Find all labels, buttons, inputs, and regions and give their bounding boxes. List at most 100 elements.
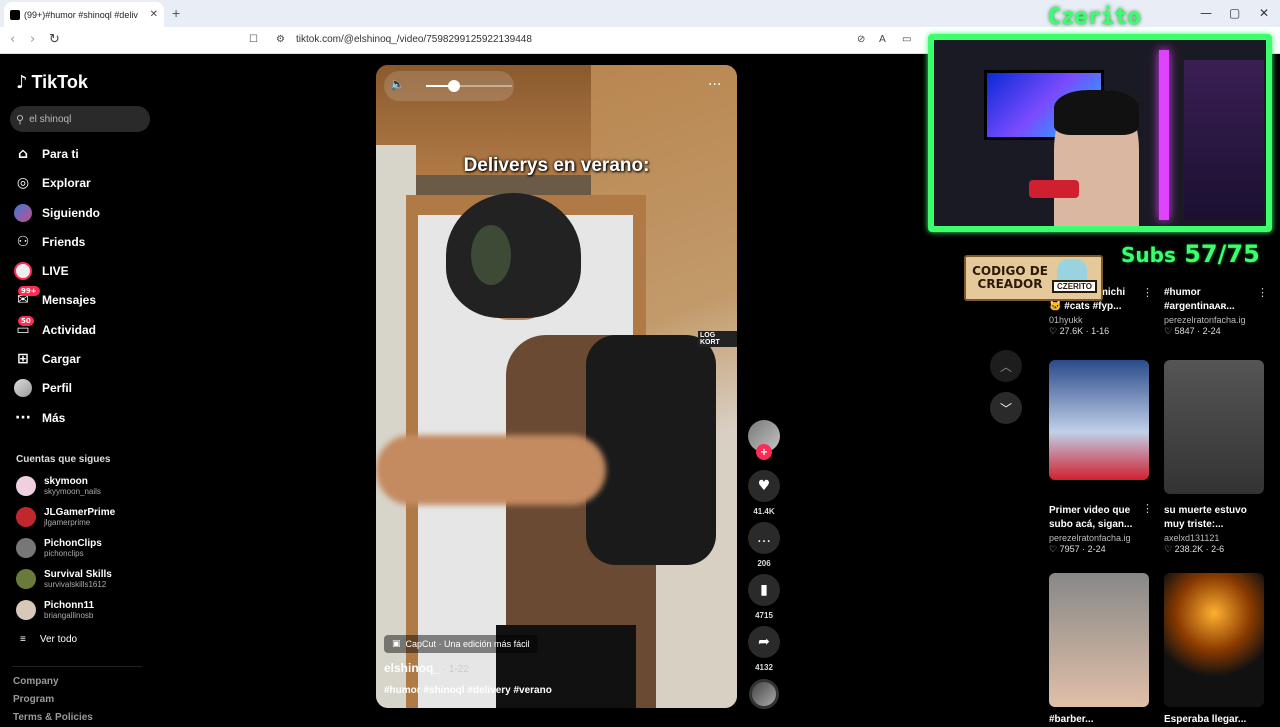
video-hashtags[interactable]: #humor #shinoql #delivery #verano: [384, 685, 552, 696]
nav-label: Para ti: [42, 147, 79, 161]
video-thumbnail[interactable]: [1049, 360, 1149, 480]
new-tab-button[interactable]: +: [172, 5, 180, 21]
related-video-card[interactable]: Esperaba llegar...: [1164, 573, 1274, 727]
webcam-scene-shelf: [1184, 60, 1264, 220]
capcut-label[interactable]: ▣ CapCut · Una edición más fácil: [384, 635, 538, 653]
like-button[interactable]: ♥: [748, 470, 780, 502]
search-input[interactable]: ⚲ el shinoql: [10, 106, 150, 132]
back-arrow-icon[interactable]: ‹: [10, 32, 15, 47]
related-video-card[interactable]: #barber...: [1049, 573, 1159, 727]
site-info-icon[interactable]: ⚙: [276, 34, 285, 45]
scroll-down-button[interactable]: ﹀: [990, 392, 1022, 424]
cast-icon[interactable]: ▭: [902, 34, 911, 45]
creator-code-text: CODIGO DE CREADOR: [972, 264, 1048, 291]
video-caption-overlay: Deliverys en verano:: [463, 155, 650, 176]
account-item[interactable]: PichonClips pichonclips: [16, 538, 102, 558]
video-more-icon[interactable]: ···: [708, 77, 721, 93]
see-all-link[interactable]: ≡ Ver todo: [20, 634, 77, 645]
account-handle: jlgamerprime: [44, 518, 91, 527]
footer-company-link[interactable]: Company: [13, 676, 59, 687]
nav-perfil[interactable]: Perfil: [14, 377, 72, 399]
card-menu-icon[interactable]: ⋮: [1142, 502, 1153, 515]
related-video-card[interactable]: Primer video que subo acá, sigan... pere…: [1049, 360, 1159, 555]
home-icon: ⌂: [17, 146, 29, 162]
video-card-stats: ♡ 7957 · 2-24: [1049, 544, 1106, 554]
nav-label: Mensajes: [42, 293, 97, 307]
streamer-name-overlay: Czerito: [1048, 5, 1141, 30]
sidebar: ♪ TikTok ⚲ el shinoql ⌂ Para ti ◎ Explor…: [0, 54, 165, 723]
video-thumbnail[interactable]: [1164, 360, 1264, 494]
nav-para-ti[interactable]: ⌂ Para ti: [14, 143, 79, 165]
share-button[interactable]: ➦: [748, 626, 780, 658]
account-item[interactable]: Pichonn11 briangallinosb: [16, 600, 94, 620]
forward-arrow-icon[interactable]: ›: [30, 32, 35, 47]
nav-label: LIVE: [42, 264, 69, 278]
related-video-card[interactable]: #humor #argentinaᴀʀ... perezelratonfacha…: [1164, 286, 1274, 337]
sound-avatar[interactable]: [749, 679, 779, 709]
related-video-card[interactable]: su muerte estuvo muy triste:... axelxd13…: [1164, 360, 1274, 555]
footer-terms-link[interactable]: Terms & Policies: [13, 712, 93, 723]
reload-icon[interactable]: ↻: [49, 32, 60, 47]
nav-label: Perfil: [42, 381, 73, 395]
avatar: [16, 476, 36, 496]
video-thumbnail[interactable]: [1049, 573, 1149, 707]
account-handle: pichonclips: [44, 549, 84, 558]
volume-slider[interactable]: [426, 85, 512, 87]
account-item[interactable]: JLGamerPrime jlgamerprime: [16, 507, 115, 527]
live-avatar-icon: [14, 262, 32, 280]
browser-tab[interactable]: (99+)#humor #shinoql #deliv ✕: [4, 2, 164, 27]
volume-control[interactable]: 🔈: [384, 71, 514, 101]
video-card-title: su muerte estuvo: [1164, 505, 1247, 516]
video-thumbnail[interactable]: [1164, 573, 1264, 707]
footer-program-link[interactable]: Program: [13, 694, 54, 705]
nav-cargar[interactable]: ⊞ Cargar: [14, 348, 81, 370]
save-button[interactable]: ▮: [748, 574, 780, 606]
window-close-icon[interactable]: ✕: [1259, 6, 1269, 20]
no-tracking-icon[interactable]: ⊘: [857, 34, 865, 45]
video-helmet: [446, 193, 581, 318]
account-item[interactable]: skymoon skyymoon_nails: [16, 476, 101, 496]
card-menu-icon[interactable]: ⋮: [1257, 286, 1268, 299]
volume-slider-knob[interactable]: [448, 80, 460, 92]
minimize-icon[interactable]: —: [1200, 6, 1212, 20]
heart-icon: ♥: [757, 478, 771, 494]
subs-value: 57/75: [1184, 240, 1260, 268]
video-card-author: axelxd131121: [1164, 533, 1220, 543]
nav-friends[interactable]: ⚇ Friends: [14, 231, 86, 253]
video-card-author: perezelratonfacha.ig: [1049, 533, 1131, 543]
avatar: [16, 600, 36, 620]
nav-mensajes[interactable]: ✉ 99+ Mensajes: [14, 286, 97, 311]
video-card-author: perezelratonfacha.ig: [1164, 315, 1246, 325]
nav-live[interactable]: LIVE: [14, 260, 69, 282]
video-author[interactable]: elshinoq_ · 1-22: [384, 661, 469, 675]
avatar: [16, 569, 36, 589]
card-menu-icon[interactable]: ⋮: [1142, 286, 1153, 299]
account-name: Pichonn11: [44, 600, 95, 611]
bookmark-icon[interactable]: ☐: [249, 34, 258, 45]
maximize-icon[interactable]: ▢: [1229, 6, 1240, 20]
scroll-up-button[interactable]: ︿: [990, 350, 1022, 382]
profile-avatar-icon: [14, 379, 32, 397]
video-player[interactable]: LOG KORT Deliverys en verano: 🔈 ··· ▣ Ca…: [376, 65, 737, 708]
tab-close-icon[interactable]: ✕: [150, 9, 158, 20]
nav-actividad[interactable]: ▭ 50 Actividad: [14, 316, 96, 341]
video-backpack: [586, 335, 716, 565]
capcut-text: CapCut · Una edición más fácil: [405, 639, 530, 649]
avatar: [16, 507, 36, 527]
friends-icon: ⚇: [16, 234, 30, 250]
url-field[interactable]: tiktok.com/@elshinoq_/video/759829912592…: [296, 34, 532, 45]
comment-button[interactable]: …: [748, 522, 780, 554]
save-count: 4715: [755, 611, 773, 620]
account-name: Survival Skills: [44, 569, 112, 580]
nav-siguiendo[interactable]: Siguiendo: [14, 202, 100, 224]
tiktok-logo[interactable]: ♪ TikTok: [16, 72, 88, 93]
volume-icon[interactable]: 🔈: [390, 77, 405, 91]
creator-code-name: CZERITO: [1052, 280, 1097, 293]
account-item[interactable]: Survival Skills survivalskills1612: [16, 569, 112, 589]
nav-mas[interactable]: ··· Más: [14, 407, 65, 429]
chevron-down-icon: ﹀: [999, 401, 1012, 416]
tiktok-note-icon: ♪: [16, 72, 28, 93]
nav-explorar[interactable]: ◎ Explorar: [14, 172, 91, 194]
translate-icon[interactable]: A: [879, 34, 886, 45]
follow-button[interactable]: +: [756, 444, 772, 460]
